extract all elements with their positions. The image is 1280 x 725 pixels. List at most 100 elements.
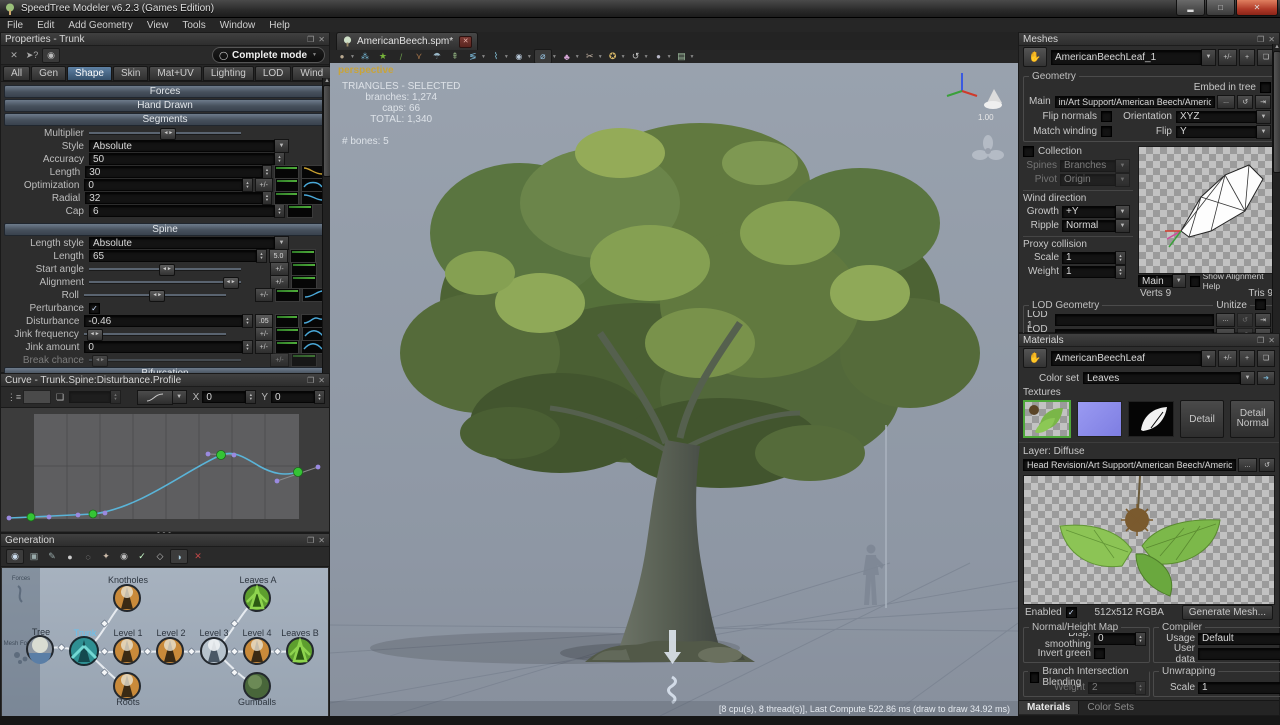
- normal-texture-thumb[interactable]: [1077, 401, 1122, 437]
- optimization-input[interactable]: 0: [84, 179, 243, 191]
- leaf-tool-icon[interactable]: ★: [375, 50, 391, 63]
- disturbance-parent-curve-thumb[interactable]: [275, 314, 300, 328]
- forces-tool-icon[interactable]: ✪: [605, 50, 621, 63]
- show-alignment-checkbox[interactable]: [1190, 276, 1200, 287]
- detail-normal-texture-button[interactable]: Detail Normal: [1230, 400, 1275, 438]
- viewport-3d[interactable]: perspective TRIANGLES - SELECTED branche…: [330, 63, 1018, 716]
- browse-button[interactable]: ...: [1216, 313, 1235, 327]
- mesh-selector-dropdown[interactable]: AmericanBeechLeaf_1: [1051, 50, 1202, 65]
- ripple-dropdown[interactable]: Normal: [1062, 220, 1116, 232]
- length-style-dropdown[interactable]: Absolute: [89, 237, 275, 249]
- eye-view-icon[interactable]: ◉: [511, 50, 527, 63]
- branch-tool-icon[interactable]: ⋎: [411, 50, 427, 63]
- close-panel-icon[interactable]: ✕: [1268, 336, 1275, 345]
- spine-length-variance-badge[interactable]: 5.0: [269, 249, 288, 263]
- roll-slider[interactable]: ◄►: [84, 289, 226, 301]
- sphere-tool-icon[interactable]: ●: [334, 50, 350, 63]
- check-icon[interactable]: ✓: [134, 550, 150, 563]
- mushroom-tool-icon[interactable]: ♣: [559, 50, 575, 63]
- collection-checkbox[interactable]: [1023, 146, 1034, 157]
- marquee-select-icon[interactable]: ▣: [26, 550, 42, 563]
- tree-umbrella-icon[interactable]: ☂: [429, 50, 445, 63]
- proxy-scale-input[interactable]: 1: [1062, 252, 1116, 264]
- float-panel-icon[interactable]: ❐: [1257, 35, 1264, 44]
- curve-tree-icon[interactable]: ⋮≡: [6, 391, 22, 404]
- document-tab[interactable]: AmericanBeech.spm* ✕: [336, 32, 478, 50]
- node-label-leaves-b[interactable]: Leaves B: [273, 628, 327, 638]
- roll-parent-curve-thumb[interactable]: [275, 288, 299, 302]
- spine-edit-icon[interactable]: ≶: [465, 50, 481, 63]
- curve-x-input[interactable]: 0: [202, 391, 246, 403]
- tab-lod[interactable]: LOD: [255, 66, 292, 81]
- tab-mat-uv[interactable]: Mat+UV: [149, 66, 201, 81]
- node-tool-icon[interactable]: ⁂: [357, 50, 373, 63]
- usage-dropdown[interactable]: Default: [1198, 633, 1280, 645]
- tab-skin[interactable]: Skin: [113, 66, 148, 81]
- tab-shape[interactable]: Shape: [67, 66, 112, 81]
- menu-edit[interactable]: Edit: [30, 20, 61, 31]
- jink-amount-input[interactable]: 0: [84, 341, 243, 353]
- maximize-button[interactable]: □: [1206, 0, 1235, 16]
- orientation-dropdown[interactable]: XYZ: [1176, 111, 1257, 123]
- pivot-dropdown[interactable]: Origin: [1060, 174, 1116, 186]
- style-dropdown[interactable]: Absolute: [89, 140, 275, 152]
- render-sphere-icon[interactable]: ●: [651, 50, 667, 63]
- curve-index-input[interactable]: [69, 391, 111, 403]
- main-mesh-path[interactable]: in/Art Support/American Beech/AmericanBe…: [1055, 96, 1215, 108]
- close-panel-icon[interactable]: ✕: [318, 376, 325, 385]
- growth-dropdown[interactable]: +Y: [1062, 206, 1116, 218]
- hand-icon[interactable]: ✦: [98, 550, 114, 563]
- blend-weight-input[interactable]: 2: [1088, 682, 1136, 694]
- section-spine[interactable]: Spine: [4, 223, 326, 236]
- chevron-down-icon[interactable]: ▼: [274, 139, 289, 153]
- float-panel-icon[interactable]: ❐: [1257, 336, 1264, 345]
- material-variance-button[interactable]: +/-: [1218, 350, 1237, 367]
- node-label-level2[interactable]: Level 2: [149, 628, 193, 638]
- alpha-texture-thumb[interactable]: [1128, 401, 1174, 437]
- chevron-down-icon[interactable]: ▼: [274, 236, 289, 250]
- export-tool-icon[interactable]: ▤: [674, 50, 690, 63]
- disp-smoothing-input[interactable]: 0: [1094, 633, 1136, 645]
- menu-window[interactable]: Window: [213, 20, 263, 31]
- accuracy-input[interactable]: 50: [89, 153, 275, 165]
- color-set-dropdown[interactable]: Leaves: [1083, 372, 1241, 384]
- jink-frequency-variance-button[interactable]: +/-: [255, 327, 273, 341]
- menu-tools[interactable]: Tools: [175, 20, 212, 31]
- reload-icon[interactable]: ↺: [1237, 313, 1253, 327]
- tab-color-sets[interactable]: Color Sets: [1079, 701, 1142, 714]
- invert-green-checkbox[interactable]: [1094, 648, 1105, 659]
- proxy-weight-input[interactable]: 1: [1062, 266, 1116, 278]
- flip-normals-checkbox[interactable]: [1101, 111, 1112, 122]
- start-angle-variance-button[interactable]: +/-: [270, 262, 289, 276]
- unwrap-scale-input[interactable]: 1: [1198, 682, 1280, 694]
- close-panel-icon[interactable]: ✕: [318, 536, 325, 545]
- section-segments[interactable]: Segments: [4, 113, 326, 126]
- length-input[interactable]: 30: [85, 166, 263, 178]
- lasso-icon[interactable]: ◌: [80, 550, 96, 563]
- external-edit-icon[interactable]: ⇥: [1255, 313, 1271, 327]
- node-label-gumballs[interactable]: Gumballs: [230, 697, 284, 707]
- menu-add-geometry[interactable]: Add Geometry: [61, 20, 139, 31]
- add-mesh-button[interactable]: +: [1239, 49, 1255, 66]
- radial-parent-curve-thumb[interactable]: [274, 191, 299, 205]
- node-label-tree[interactable]: Tree: [24, 627, 58, 637]
- node-label-leaves-a[interactable]: Leaves A: [231, 575, 285, 585]
- close-panel-icon[interactable]: ✕: [318, 35, 325, 44]
- curve-editor[interactable]: [1, 408, 329, 531]
- tab-materials-bottom[interactable]: Materials: [1019, 701, 1079, 714]
- spines-dropdown[interactable]: Branches: [1060, 160, 1116, 172]
- tab-lighting[interactable]: Lighting: [203, 66, 254, 81]
- rotate-tool-icon[interactable]: ↺: [628, 50, 644, 63]
- match-winding-checkbox[interactable]: [1101, 126, 1112, 137]
- mesh-variance-button[interactable]: +/-: [1218, 49, 1237, 66]
- node-label-level3[interactable]: Level 3: [192, 628, 236, 638]
- lod1-path[interactable]: [1055, 314, 1214, 326]
- jink-amount-variance-button[interactable]: +/-: [255, 340, 273, 354]
- node-label-trunk[interactable]: Trunk: [66, 628, 104, 638]
- external-edit-icon[interactable]: ⇥: [1255, 95, 1271, 109]
- diffuse-texture-preview[interactable]: [1023, 475, 1275, 605]
- whats-this-icon[interactable]: ➤?: [24, 49, 40, 62]
- menu-file[interactable]: File: [0, 20, 30, 31]
- multiplier-slider[interactable]: ◄►: [89, 127, 241, 139]
- lock-icon[interactable]: ◇: [152, 550, 168, 563]
